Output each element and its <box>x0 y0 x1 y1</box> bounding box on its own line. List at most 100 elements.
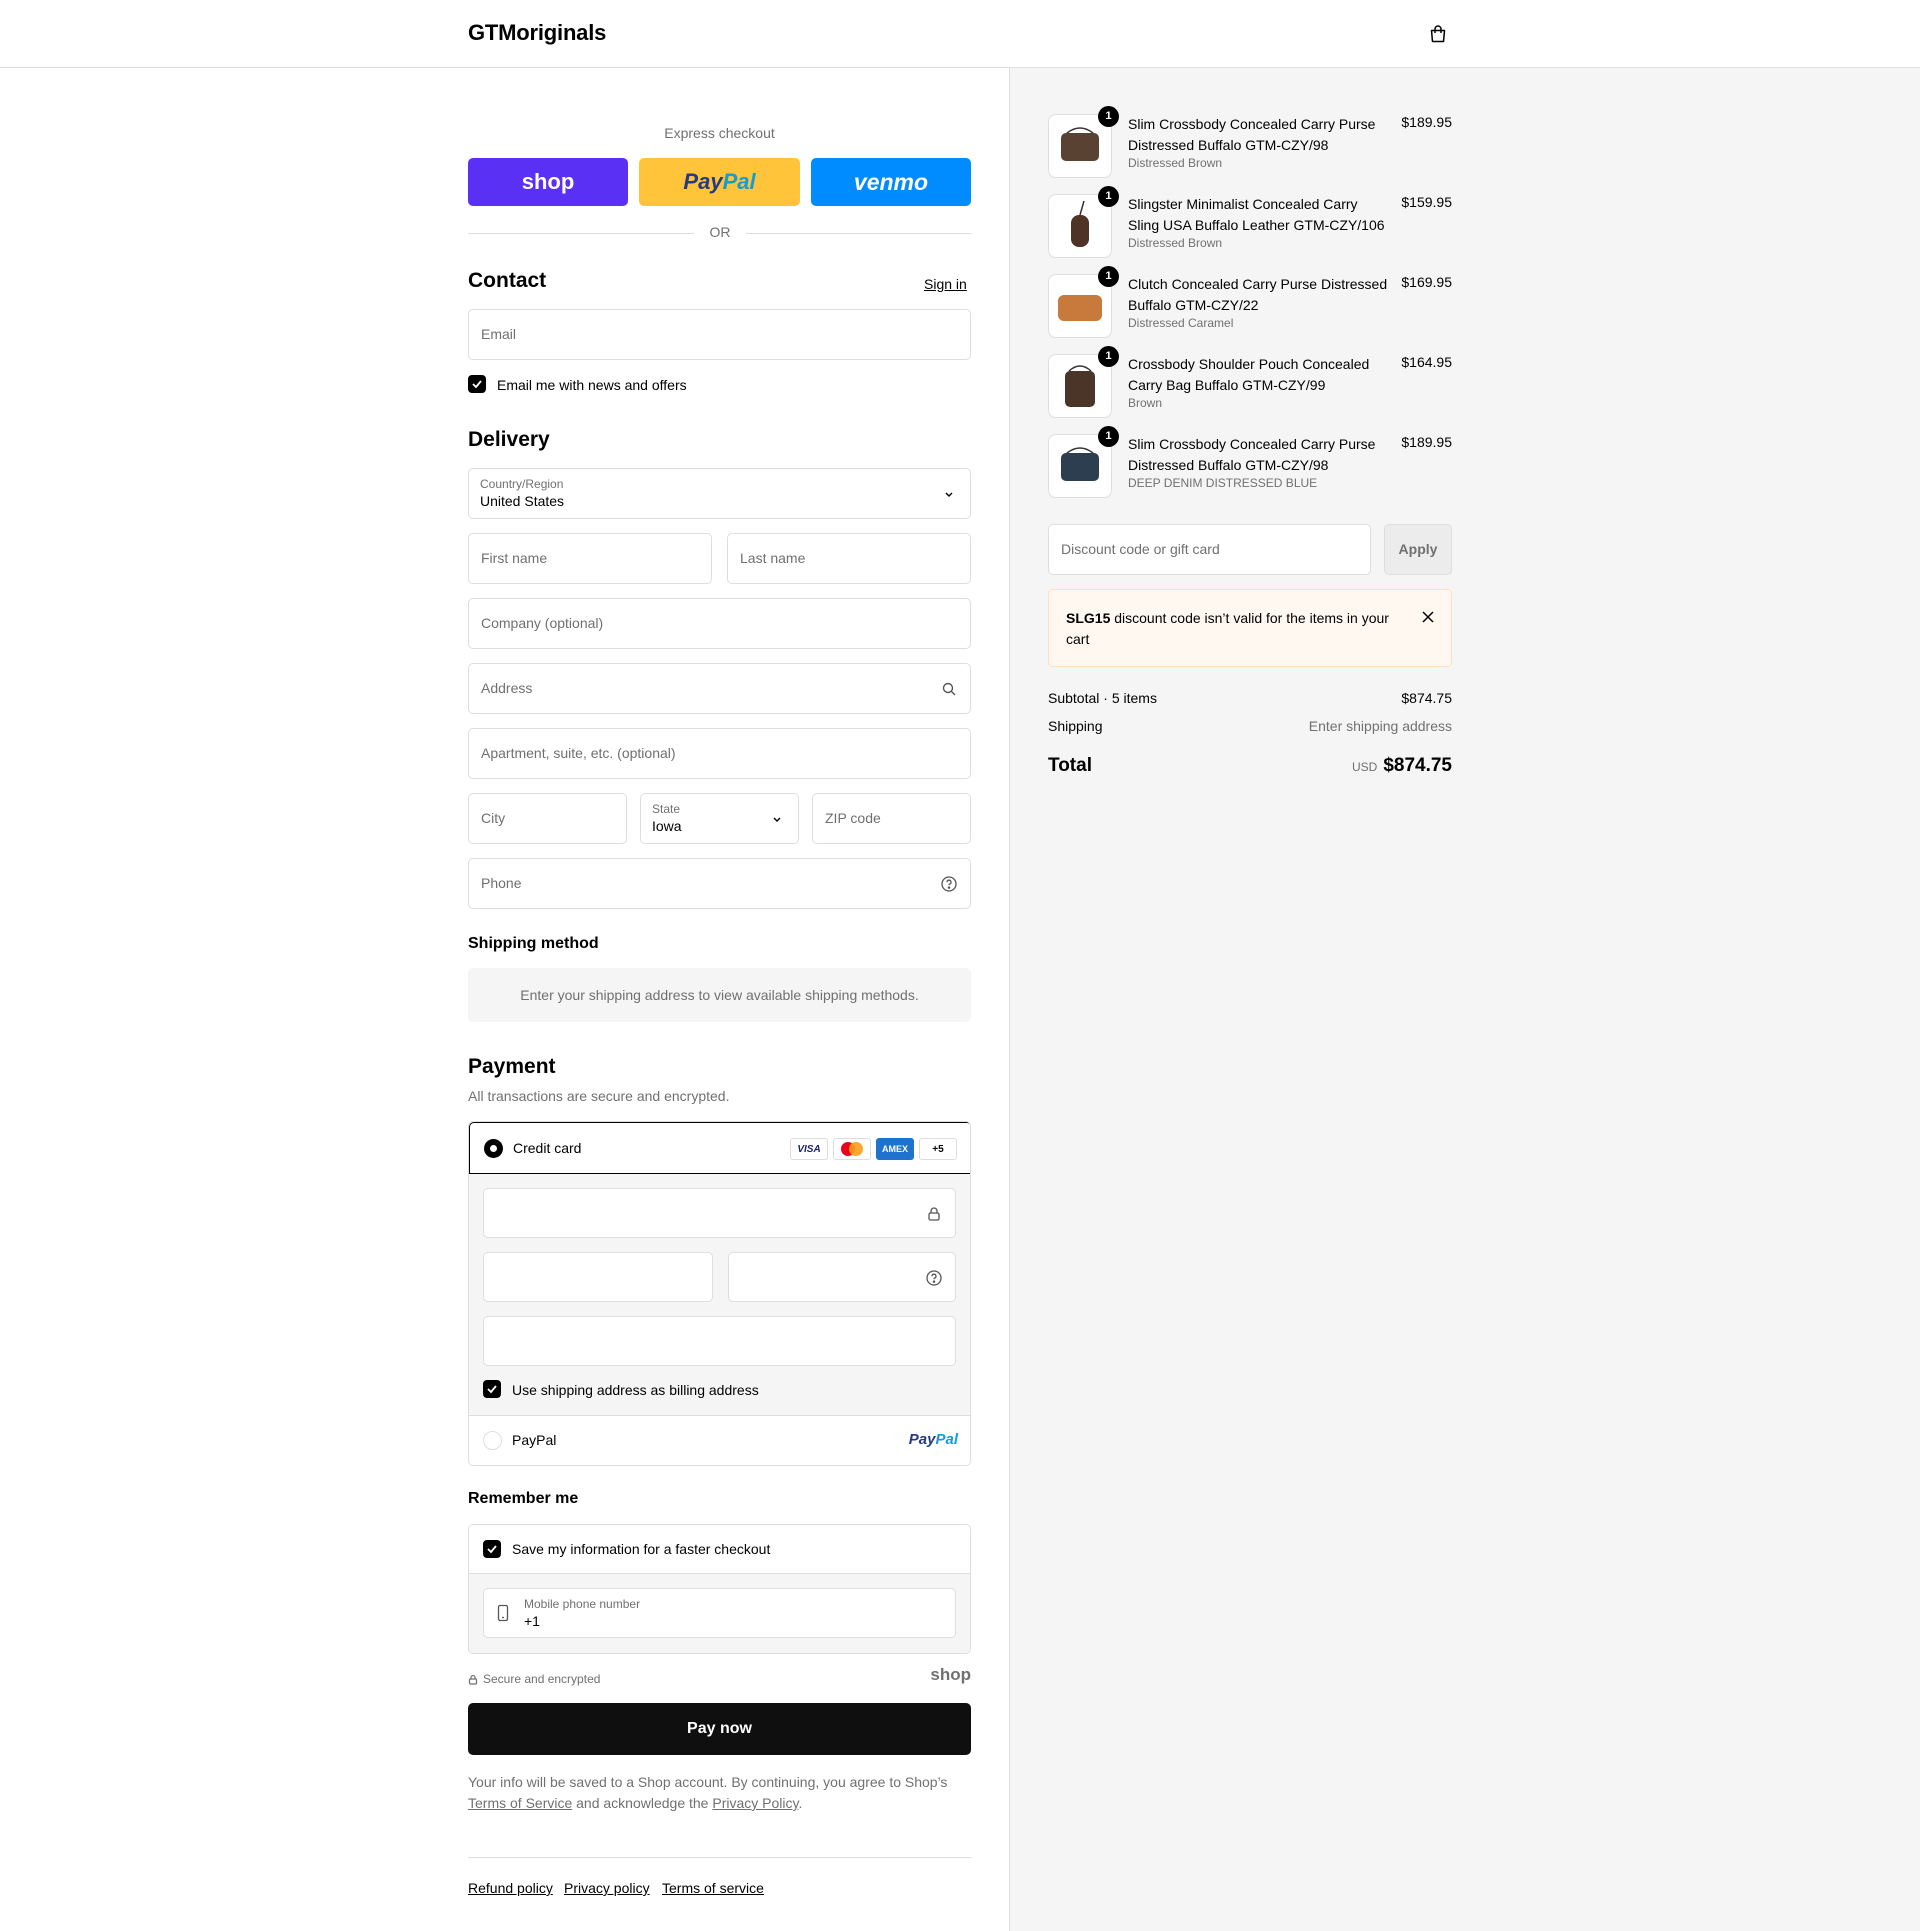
phone-field[interactable]: Phone <box>468 858 971 909</box>
terms-of-service-link[interactable]: Terms of Service <box>468 1795 572 1811</box>
quantity-badge: 1 <box>1098 426 1119 447</box>
news-checkbox[interactable] <box>468 375 486 393</box>
subtotal-value: $874.75 <box>1401 690 1452 706</box>
credit-card-label: Credit card <box>513 1140 582 1156</box>
discount-error-alert: SLG15 discount code isn’t valid for the … <box>1048 589 1452 667</box>
order-summary-panel <box>1009 68 1920 1931</box>
company-placeholder: Company (optional) <box>481 615 604 631</box>
apply-button[interactable]: Apply <box>1384 524 1452 575</box>
paypal-option[interactable]: PayPal PayPal <box>469 1416 970 1465</box>
express-checkout-title: Express checkout <box>664 125 775 141</box>
shipping-method-heading: Shipping method <box>468 935 599 952</box>
paypal-button[interactable]: Pay Pal <box>639 158 800 206</box>
city-field[interactable]: City <box>468 793 627 844</box>
lock-icon <box>928 1207 940 1221</box>
close-icon[interactable] <box>1421 610 1435 624</box>
shipping-label: Shipping <box>1048 718 1103 734</box>
zip-field[interactable]: ZIP code <box>812 793 971 844</box>
product-variant: Distressed Brown <box>1128 156 1223 170</box>
product-price: $159.95 <box>1401 194 1452 210</box>
credit-card-option[interactable]: Credit card VISA AMEX +5 <box>469 1122 970 1174</box>
apartment-placeholder: Apartment, suite, etc. (optional) <box>481 745 676 761</box>
venmo-button[interactable]: venmo <box>811 158 971 206</box>
payment-heading: Payment <box>468 1055 556 1078</box>
save-info-row[interactable]: Save my information for a faster checkou… <box>469 1525 970 1574</box>
last-name-field[interactable]: Last name <box>727 533 971 584</box>
terms-text: and acknowledge the <box>572 1795 713 1811</box>
help-icon[interactable] <box>940 875 958 893</box>
product-name: Slingster Minimalist Concealed Carry Sli… <box>1128 196 1385 233</box>
quantity-badge: 1 <box>1098 346 1119 367</box>
name-on-card-field[interactable] <box>483 1316 956 1366</box>
footer-terms-of-service[interactable]: Terms of service <box>662 1880 764 1896</box>
pay-now-button[interactable]: Pay now <box>468 1703 971 1755</box>
subtotal-label: Subtotal · 5 items <box>1048 690 1157 706</box>
state-value: Iowa <box>652 818 682 834</box>
order-item: 1 Slingster Minimalist Concealed Carry S… <box>1048 186 1452 262</box>
security-code-field[interactable] <box>728 1252 956 1302</box>
card-number-field[interactable] <box>483 1188 956 1238</box>
payment-options: Credit card VISA AMEX +5 Use shipping ad… <box>468 1121 971 1466</box>
discount-code-field[interactable]: Discount code or gift card <box>1048 524 1371 575</box>
remember-me-box: Save my information for a faster checkou… <box>468 1524 971 1654</box>
mobile-phone-field[interactable]: Mobile phone number +1 <box>483 1588 956 1638</box>
amex-icon: AMEX <box>876 1138 914 1160</box>
shipping-value: Enter shipping address <box>1308 718 1452 734</box>
city-placeholder: City <box>481 810 506 826</box>
shopping-bag-icon[interactable] <box>1428 24 1448 44</box>
privacy-policy-link[interactable]: Privacy Policy <box>712 1795 798 1811</box>
email-placeholder: Email <box>481 326 517 342</box>
product-price: $164.95 <box>1401 354 1452 370</box>
total-amount: USD $874.75 <box>1352 755 1452 777</box>
product-name: Crossbody Shoulder Pouch Concealed Carry… <box>1128 356 1370 393</box>
product-price: $189.95 <box>1401 114 1452 130</box>
address-field[interactable]: Address <box>468 663 971 714</box>
product-name: Slim Crossbody Concealed Carry Purse Dis… <box>1128 436 1376 473</box>
paypal-logo: PayPal <box>909 1431 958 1448</box>
save-info-label: Save my information for a faster checkou… <box>512 1541 771 1557</box>
chevron-down-icon <box>945 492 953 497</box>
mobile-phone-icon <box>497 1604 509 1622</box>
billing-checkbox[interactable] <box>483 1380 501 1398</box>
paypal-radio[interactable] <box>483 1431 502 1450</box>
news-label: Email me with news and offers <box>497 377 687 393</box>
paypal-label: PayPal <box>512 1432 557 1448</box>
state-select[interactable]: State Iowa <box>640 793 799 844</box>
paypal-logo-pal: Pal <box>935 1431 958 1448</box>
order-item: 1 Slim Crossbody Concealed Carry Purse D… <box>1048 106 1452 182</box>
shop-pay-button[interactable]: shop <box>468 158 628 206</box>
header: GTMoriginals <box>0 0 1920 68</box>
first-name-field[interactable]: First name <box>468 533 712 584</box>
country-label: Country/Region <box>480 477 564 491</box>
store-logo[interactable]: GTMoriginals <box>468 20 606 46</box>
check-icon <box>472 380 482 389</box>
chevron-down-icon <box>773 817 781 822</box>
quantity-badge: 1 <box>1098 186 1119 207</box>
terms-text: Your info will be saved to a Shop accoun… <box>468 1774 948 1790</box>
help-icon[interactable] <box>925 1269 943 1287</box>
contact-heading: Contact <box>468 269 547 292</box>
alert-message: SLG15 discount code isn’t valid for the … <box>1066 608 1396 650</box>
footer-privacy-policy[interactable]: Privacy policy <box>564 1880 650 1896</box>
expiration-field[interactable] <box>483 1252 713 1302</box>
apartment-field[interactable]: Apartment, suite, etc. (optional) <box>468 728 971 779</box>
email-field[interactable]: Email <box>468 309 971 360</box>
product-price: $189.95 <box>1401 434 1452 450</box>
shipping-methods-placeholder: Enter your shipping address to view avai… <box>468 968 971 1022</box>
lock-icon <box>468 1674 478 1685</box>
mobile-label: Mobile phone number <box>524 1597 641 1611</box>
sign-in-link[interactable]: Sign in <box>924 276 967 292</box>
footer-refund-policy[interactable]: Refund policy <box>468 1880 553 1896</box>
check-icon <box>487 1385 497 1394</box>
credit-card-radio[interactable] <box>484 1139 503 1158</box>
mobile-section: Mobile phone number +1 <box>469 1574 970 1653</box>
first-name-placeholder: First name <box>481 550 548 566</box>
more-cards-badge: +5 <box>919 1138 957 1160</box>
save-info-checkbox[interactable] <box>483 1540 501 1558</box>
product-name: Slim Crossbody Concealed Carry Purse Dis… <box>1128 116 1376 153</box>
footer-divider <box>468 1857 971 1858</box>
country-select[interactable]: Country/Region United States <box>468 468 971 519</box>
product-variant: Distressed Caramel <box>1128 316 1234 330</box>
search-icon <box>942 682 956 696</box>
company-field[interactable]: Company (optional) <box>468 598 971 649</box>
